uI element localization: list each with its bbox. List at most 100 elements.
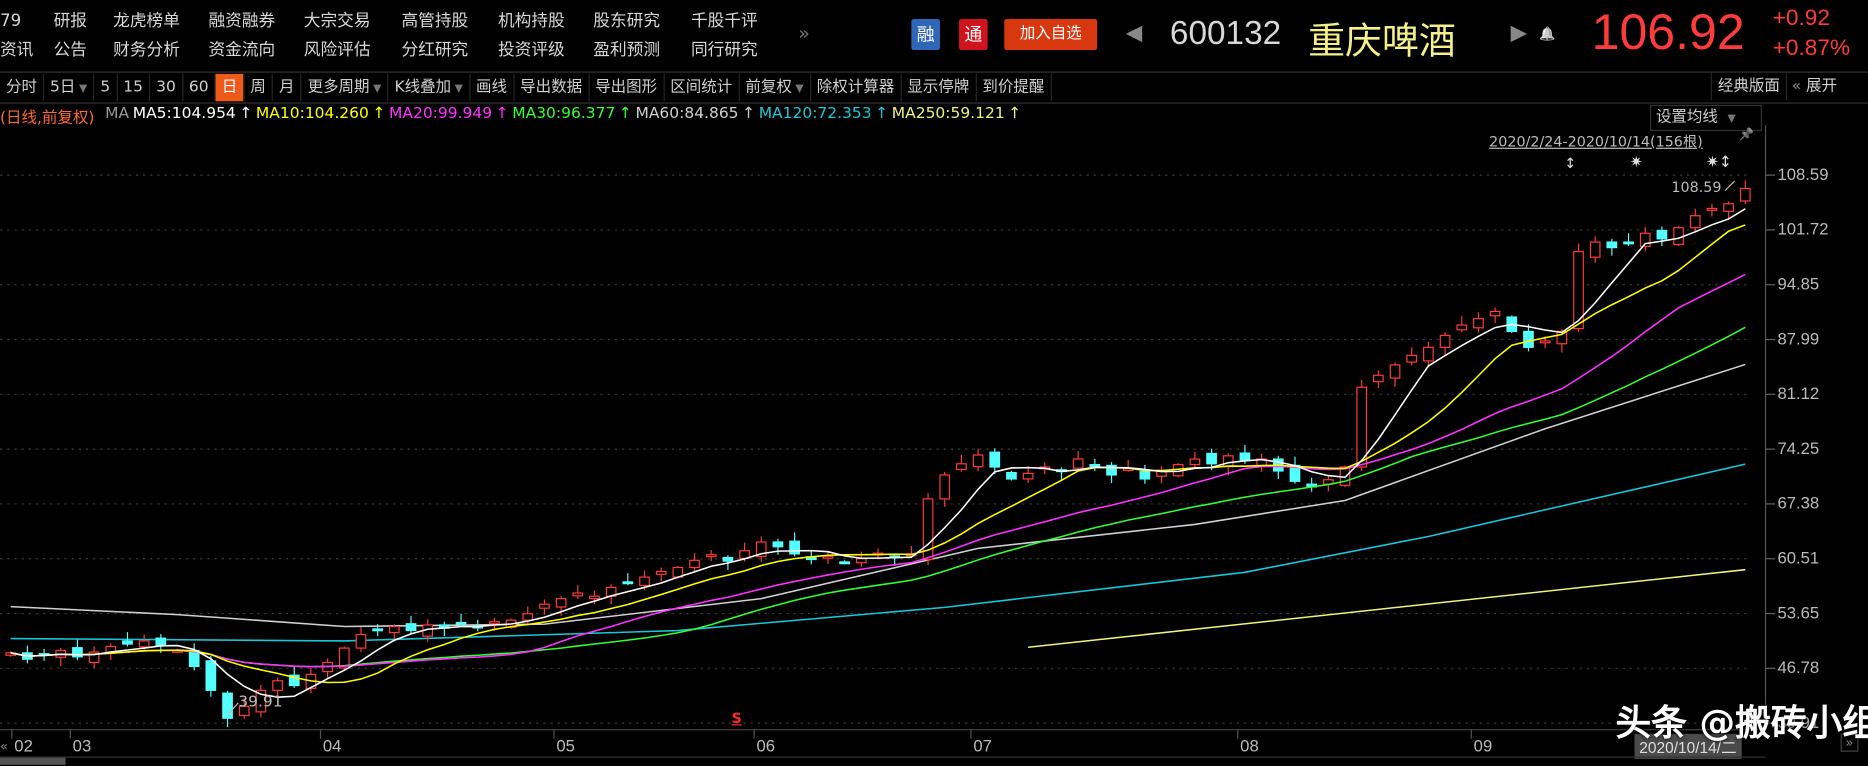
candle[interactable] xyxy=(1439,332,1451,356)
candle-body xyxy=(1606,241,1618,249)
x-tick-label: 04 xyxy=(322,736,342,756)
candle[interactable] xyxy=(655,567,667,582)
candle[interactable] xyxy=(572,585,584,600)
candle[interactable] xyxy=(922,493,934,566)
signal-mark-icon[interactable]: S xyxy=(731,710,741,727)
ma60-line xyxy=(10,363,1746,628)
candle[interactable] xyxy=(689,553,700,572)
x-tick-label: 02 xyxy=(14,736,33,756)
candle[interactable] xyxy=(1589,236,1601,263)
candle[interactable] xyxy=(622,573,634,586)
candle[interactable] xyxy=(1156,466,1167,484)
candle[interactable] xyxy=(789,532,800,557)
candle[interactable] xyxy=(1473,312,1484,333)
candle[interactable] xyxy=(1623,233,1634,247)
ma30-line xyxy=(10,326,1746,668)
candle-body xyxy=(722,556,734,562)
candle[interactable] xyxy=(1489,307,1501,324)
candle[interactable] xyxy=(605,584,617,605)
candlestick-chart[interactable] xyxy=(0,0,1868,766)
candle[interactable] xyxy=(956,455,967,472)
candle[interactable] xyxy=(972,448,984,472)
y-tick-label: 87.99 xyxy=(1777,328,1820,348)
candle[interactable] xyxy=(989,448,1001,475)
candle[interactable] xyxy=(939,471,951,507)
candle-body xyxy=(1673,227,1684,246)
candle[interactable] xyxy=(455,613,467,626)
event-mark-icon[interactable]: ✷ xyxy=(1630,154,1643,172)
candle-body xyxy=(1706,207,1718,211)
ma5-line xyxy=(10,208,1746,698)
candle[interactable] xyxy=(188,643,200,671)
stock-chart-window: 79 资讯 研报 公告 龙虎榜单 财务分析 融资融券 资金流向 大宗交易 风险评估 高管持股 分红研究… xyxy=(0,0,1868,766)
candle[interactable] xyxy=(322,658,333,679)
candle[interactable] xyxy=(1423,341,1434,367)
candle-body xyxy=(1656,229,1668,240)
candle[interactable] xyxy=(222,690,233,728)
candle[interactable] xyxy=(1306,477,1318,492)
candle[interactable] xyxy=(839,560,851,565)
candle-body xyxy=(822,555,834,559)
candle-body xyxy=(1589,241,1601,258)
candle[interactable] xyxy=(1689,208,1701,232)
candle[interactable] xyxy=(88,646,100,669)
scroll-left-button[interactable]: « xyxy=(0,739,8,754)
candle-body xyxy=(1723,203,1734,212)
candle[interactable] xyxy=(55,648,67,667)
candle[interactable] xyxy=(755,536,767,562)
candle-body xyxy=(1022,472,1034,480)
candle[interactable] xyxy=(822,552,834,564)
event-mark-icon[interactable]: ✷↕ xyxy=(1706,154,1732,172)
candle[interactable] xyxy=(1606,238,1618,256)
candle-body xyxy=(972,454,984,468)
candle[interactable] xyxy=(1289,456,1301,484)
candle[interactable] xyxy=(1089,459,1101,471)
candle-body xyxy=(1406,354,1418,363)
candle[interactable] xyxy=(1139,465,1151,484)
candle-body xyxy=(1489,310,1501,317)
candle[interactable] xyxy=(355,627,367,653)
candle-body xyxy=(522,613,534,621)
candle-body xyxy=(1089,464,1101,467)
candle[interactable] xyxy=(1022,466,1034,483)
candle-body xyxy=(1239,452,1251,462)
candle-body xyxy=(1539,340,1551,344)
candle[interactable] xyxy=(906,545,917,558)
candle[interactable] xyxy=(1106,462,1117,483)
candle-body xyxy=(939,474,951,500)
candle-body xyxy=(489,621,500,625)
x-tick-label: 07 xyxy=(973,736,992,756)
high-price-annotation: 108.59 xyxy=(1671,178,1722,196)
candle[interactable] xyxy=(1373,370,1384,389)
candle[interactable] xyxy=(1189,451,1201,469)
candle[interactable] xyxy=(405,615,417,634)
horizontal-scrollbar[interactable] xyxy=(0,756,1766,766)
candle[interactable] xyxy=(1739,180,1751,205)
candle-body xyxy=(1423,346,1434,362)
candle[interactable] xyxy=(72,639,83,661)
candle[interactable] xyxy=(1406,347,1418,366)
candle[interactable] xyxy=(705,549,717,562)
candle[interactable] xyxy=(1456,316,1468,333)
candle[interactable] xyxy=(1272,455,1284,479)
candle[interactable] xyxy=(1673,226,1684,247)
candle[interactable] xyxy=(1122,459,1134,472)
axis-divider xyxy=(0,729,1766,731)
candle[interactable] xyxy=(1256,453,1267,472)
candle[interactable] xyxy=(22,645,33,664)
candle-body xyxy=(1373,374,1384,383)
candle-body xyxy=(639,576,650,587)
candle[interactable] xyxy=(1523,324,1534,352)
candle[interactable] xyxy=(1389,362,1401,387)
candle-body xyxy=(705,554,717,558)
candle[interactable] xyxy=(1706,203,1718,217)
candle-body xyxy=(1523,330,1534,348)
candle[interactable] xyxy=(1006,470,1017,481)
candle[interactable] xyxy=(1072,451,1084,472)
candle-body xyxy=(1439,334,1451,348)
event-mark-icon[interactable]: ↕ xyxy=(1564,155,1576,172)
candle[interactable] xyxy=(1573,243,1584,332)
candle-body xyxy=(388,625,400,634)
candle[interactable] xyxy=(855,551,867,567)
candle[interactable] xyxy=(539,599,550,615)
